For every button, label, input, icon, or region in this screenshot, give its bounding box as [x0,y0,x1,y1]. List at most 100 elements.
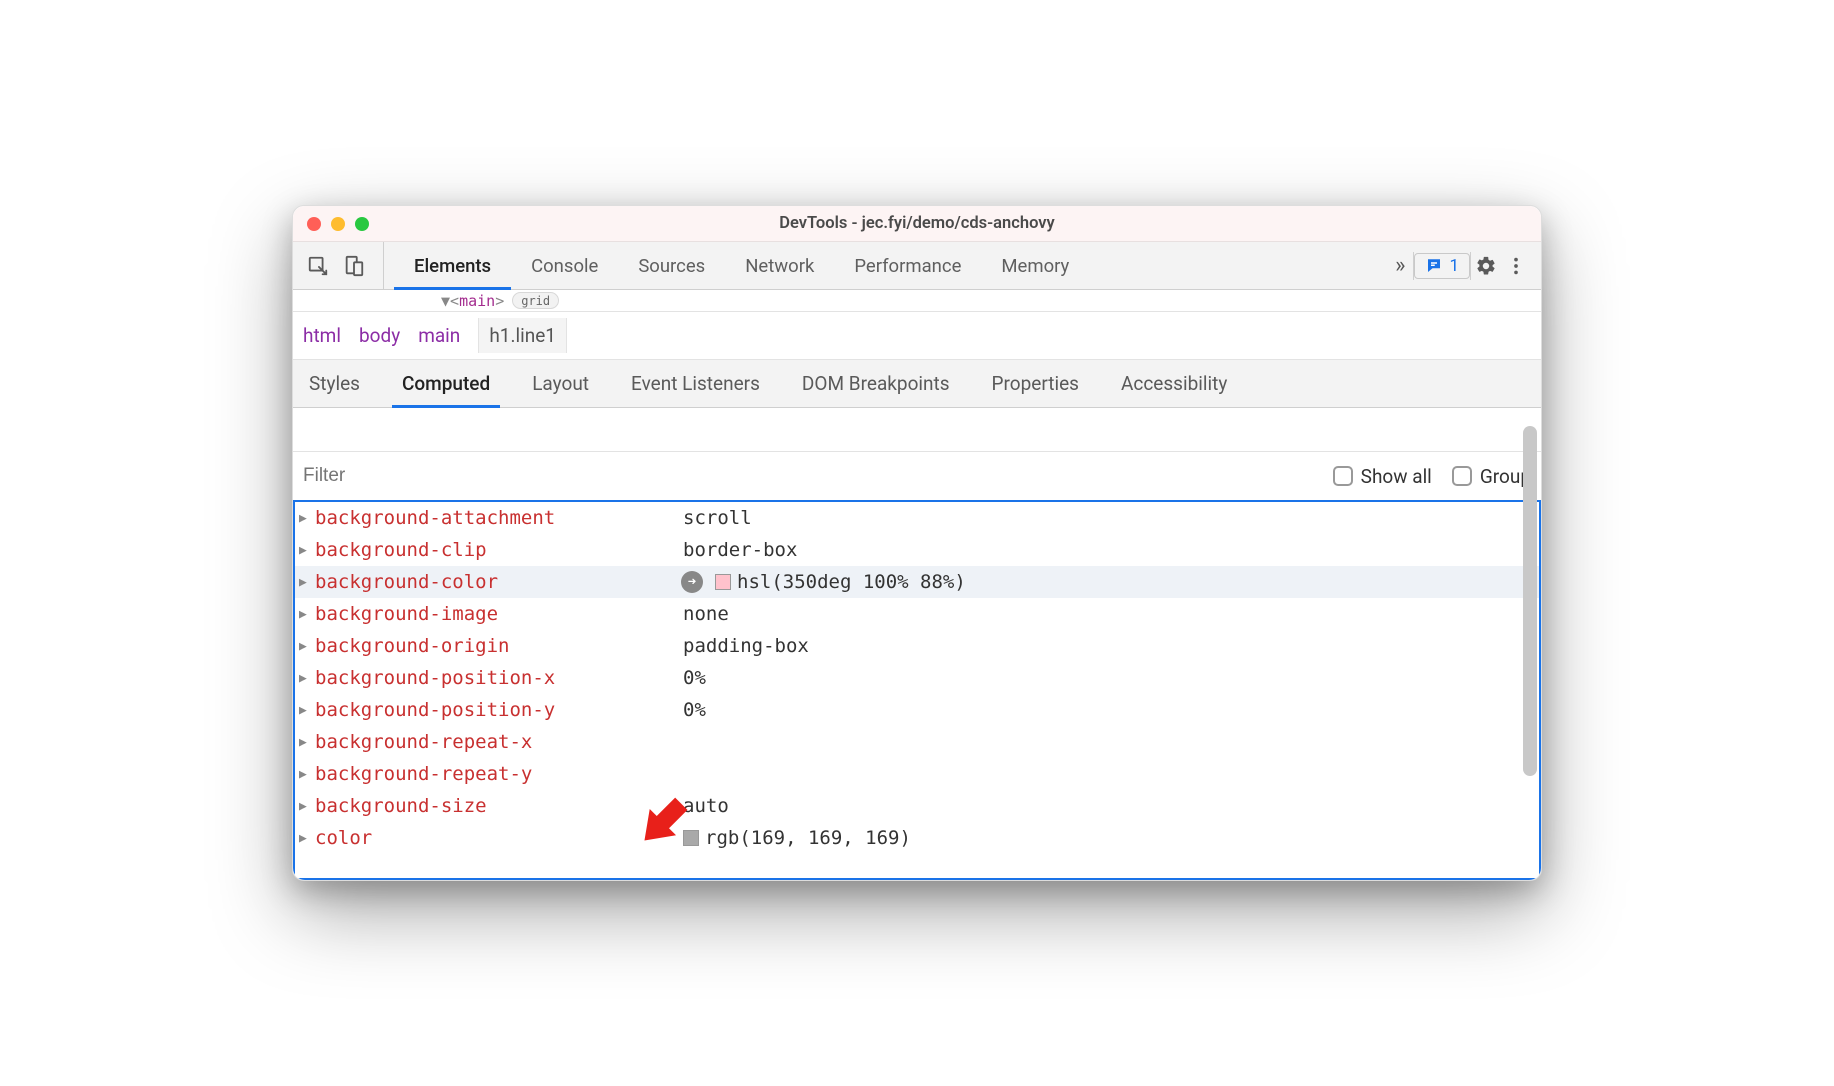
subtab-computed[interactable]: Computed [396,360,496,407]
tab-elements[interactable]: Elements [394,242,511,289]
property-name: background-origin [313,635,683,657]
breadcrumb-bar: html body main h1.line1 [293,312,1541,360]
property-row-background-color[interactable]: ▶background-color➜ hsl(350deg 100% 88%) [295,566,1539,598]
breadcrumb-html[interactable]: html [303,324,341,347]
titlebar: DevTools - jec.fyi/demo/cds-anchovy [293,206,1541,242]
window-title: DevTools - jec.fyi/demo/cds-anchovy [293,214,1541,233]
property-value[interactable]: padding-box [683,635,809,657]
property-value[interactable]: 0% [683,667,706,689]
property-name: background-color [313,571,683,593]
subtab-styles[interactable]: Styles [303,360,366,407]
property-value-text: none [683,603,729,625]
main-tabs: ElementsConsoleSourcesNetworkPerformance… [394,242,1387,289]
property-value-text: scroll [683,507,752,529]
settings-gear-icon[interactable] [1471,251,1501,281]
expand-triangle-icon[interactable]: ▶ [299,799,313,814]
main-toolbar: ElementsConsoleSourcesNetworkPerformance… [293,242,1541,290]
checkbox-icon [1333,466,1353,486]
traffic-lights [293,217,369,231]
devtools-window: DevTools - jec.fyi/demo/cds-anchovy Elem… [292,205,1542,881]
property-value[interactable]: 0% [683,699,706,721]
property-value[interactable]: auto [683,795,729,817]
expand-triangle-icon[interactable]: ▶ [299,671,313,686]
dom-tag: ▼<main> [441,292,504,310]
inspect-element-icon[interactable] [303,251,333,281]
dom-tree-row[interactable]: ▼<main> grid [293,290,1541,312]
tab-memory[interactable]: Memory [981,242,1089,289]
property-row-background-repeat-y[interactable]: ▶background-repeat-y [295,758,1539,790]
filter-input[interactable] [303,465,1313,487]
navigate-arrow-icon[interactable]: ➜ [681,571,703,593]
property-row-background-repeat-x[interactable]: ▶background-repeat-x [295,726,1539,758]
property-name: background-image [313,603,683,625]
property-value-text: border-box [683,539,797,561]
tab-console[interactable]: Console [511,242,618,289]
property-value[interactable]: none [683,603,729,625]
issues-count: 1 [1449,256,1459,276]
subtab-properties[interactable]: Properties [986,360,1085,407]
expand-triangle-icon[interactable]: ▶ [299,575,313,590]
computed-properties-panel: ▶background-attachmentscroll▶background-… [293,500,1541,880]
close-window-button[interactable] [307,217,321,231]
minimize-window-button[interactable] [331,217,345,231]
kebab-menu-icon[interactable] [1501,251,1531,281]
property-name: background-clip [313,539,683,561]
expand-triangle-icon[interactable]: ▶ [299,639,313,654]
property-value-text: 0% [683,699,706,721]
property-row-background-position-y[interactable]: ▶background-position-y0% [295,694,1539,726]
more-tabs-button[interactable]: » [1387,253,1413,278]
checkbox-icon [1452,466,1472,486]
show-all-checkbox[interactable]: Show all [1333,465,1432,488]
subtab-layout[interactable]: Layout [526,360,595,407]
tab-sources[interactable]: Sources [618,242,725,289]
property-row-background-origin[interactable]: ▶background-originpadding-box [295,630,1539,662]
property-row-background-clip[interactable]: ▶background-clipborder-box [295,534,1539,566]
scrollbar[interactable] [1523,426,1537,776]
maximize-window-button[interactable] [355,217,369,231]
expand-triangle-icon[interactable]: ▶ [299,703,313,718]
property-row-background-position-x[interactable]: ▶background-position-x0% [295,662,1539,694]
subtab-accessibility[interactable]: Accessibility [1115,360,1233,407]
tab-network[interactable]: Network [725,242,834,289]
property-row-background-image[interactable]: ▶background-imagenone [295,598,1539,630]
expand-triangle-icon[interactable]: ▶ [299,543,313,558]
property-value-text: 0% [683,667,706,689]
expand-triangle-icon[interactable]: ▶ [299,735,313,750]
property-name: background-position-x [313,667,683,689]
property-name: background-size [313,795,683,817]
filter-bar: Show all Group [293,452,1541,500]
property-name: background-attachment [313,507,683,529]
computed-properties-list[interactable]: ▶background-attachmentscroll▶background-… [295,502,1539,854]
sidebar-sub-tabs: Styles Computed Layout Event Listeners DOM B… [293,360,1541,408]
tab-performance[interactable]: Performance [834,242,981,289]
issues-badge[interactable]: 1 [1414,253,1470,279]
property-value[interactable]: rgb(169, 169, 169) [683,827,911,849]
breadcrumb-h1-line1[interactable]: h1.line1 [478,318,567,353]
subtab-event-listeners[interactable]: Event Listeners [625,360,766,407]
property-value[interactable]: ➜ hsl(350deg 100% 88%) [683,571,966,593]
breadcrumb-main[interactable]: main [418,324,460,347]
property-value-text: hsl(350deg 100% 88%) [737,571,966,593]
property-name: color [313,827,683,849]
expand-triangle-icon[interactable]: ▶ [299,511,313,526]
expand-triangle-icon[interactable]: ▶ [299,767,313,782]
property-value[interactable]: border-box [683,539,797,561]
device-toolbar-icon[interactable] [339,251,369,281]
breadcrumb-body[interactable]: body [359,324,400,347]
property-row-background-size[interactable]: ▶background-sizeauto [295,790,1539,822]
chat-icon [1425,257,1443,275]
property-name: background-position-y [313,699,683,721]
color-swatch[interactable] [683,830,699,846]
expand-triangle-icon[interactable]: ▶ [299,831,313,846]
property-row-color[interactable]: ▶colorrgb(169, 169, 169) [295,822,1539,854]
subtab-dom-breakpoints[interactable]: DOM Breakpoints [796,360,956,407]
group-checkbox[interactable]: Group [1452,465,1531,488]
property-row-background-attachment[interactable]: ▶background-attachmentscroll [295,502,1539,534]
property-value-text: auto [683,795,729,817]
color-swatch[interactable] [715,574,731,590]
expand-triangle-icon[interactable]: ▶ [299,607,313,622]
grid-badge[interactable]: grid [512,292,559,309]
property-value[interactable]: scroll [683,507,752,529]
property-value-text: padding-box [683,635,809,657]
property-name: background-repeat-x [313,731,683,753]
